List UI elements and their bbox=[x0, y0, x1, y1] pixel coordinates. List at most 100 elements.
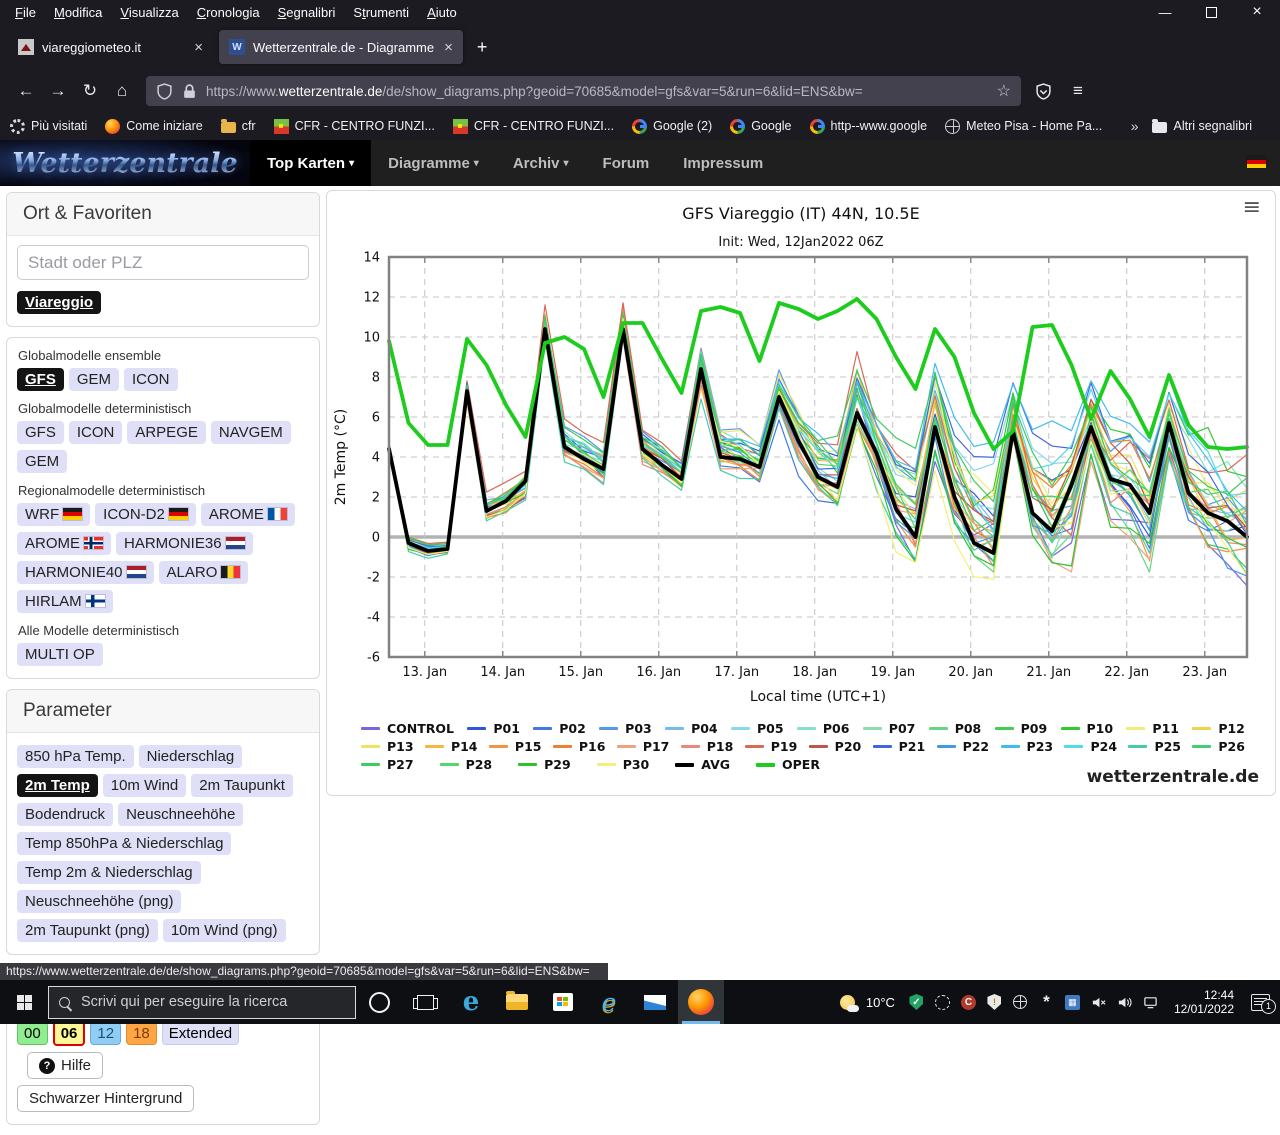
snip-icon[interactable] bbox=[934, 994, 951, 1011]
parameter-button-2m-taupunkt[interactable]: 2m Taupunkt bbox=[191, 774, 293, 797]
model-button-harmonie36-nl[interactable]: HARMONIE36 bbox=[116, 532, 253, 555]
model-button-icon-d2-de[interactable]: ICON-D2 bbox=[95, 503, 196, 526]
help-button[interactable]: ? Hilfe bbox=[27, 1052, 103, 1079]
run-button-06[interactable]: 06 bbox=[53, 1021, 86, 1046]
model-button-multi-op[interactable]: MULTI OP bbox=[17, 643, 103, 666]
bookmark-http-www-google[interactable]: http--www.google bbox=[810, 119, 928, 134]
model-button-gem[interactable]: GEM bbox=[17, 450, 67, 473]
network-globe-icon[interactable] bbox=[1012, 994, 1029, 1011]
run-button-12[interactable]: 12 bbox=[90, 1022, 121, 1045]
menu-segnalibri[interactable]: Segnalibri bbox=[269, 5, 345, 20]
menu-cronologia[interactable]: Cronologia bbox=[188, 5, 269, 20]
muted-speaker-icon[interactable] bbox=[1090, 994, 1107, 1011]
forward-button[interactable]: → bbox=[42, 76, 74, 106]
menu-aiuto[interactable]: Aiuto bbox=[418, 5, 466, 20]
defender-warning-icon[interactable]: ! bbox=[986, 994, 1003, 1011]
back-button[interactable]: ← bbox=[10, 76, 42, 106]
bookmark-cfr-centro-funzi[interactable]: CFR - CENTRO FUNZI... bbox=[274, 119, 435, 134]
model-button-icon[interactable]: ICON bbox=[69, 421, 123, 444]
tab-viareggiometeo-it[interactable]: viareggiometeo.it× bbox=[8, 30, 213, 64]
taskbar-search-box[interactable]: Scrivi qui per eseguire la ricerca bbox=[48, 986, 356, 1019]
parameter-button-temp-850hpa-niederschlag[interactable]: Temp 850hPa & Niederschlag bbox=[17, 832, 231, 855]
bookmark-meteo-pisa-home-pa[interactable]: Meteo Pisa - Home Pa... bbox=[945, 119, 1102, 134]
nav-archiv[interactable]: Archiv▾ bbox=[496, 140, 586, 186]
bookmarks-overflow-button[interactable]: » bbox=[1131, 118, 1139, 134]
model-button-icon[interactable]: ICON bbox=[124, 368, 178, 391]
bookmark-come-iniziare[interactable]: Come iniziare bbox=[105, 119, 202, 134]
model-button-gfs[interactable]: GFS bbox=[17, 421, 64, 444]
nav-diagramme[interactable]: Diagramme▾ bbox=[371, 140, 496, 186]
tab-wetterzentrale-de-diagramme[interactable]: WWetterzentrale.de - Diagramme× bbox=[219, 30, 463, 64]
firefox-button[interactable] bbox=[678, 980, 724, 1024]
ccleaner-icon[interactable]: C bbox=[960, 994, 977, 1011]
menu-modifica[interactable]: Modifica bbox=[45, 5, 111, 20]
model-button-navgem[interactable]: NAVGEM bbox=[211, 421, 291, 444]
pocket-shield-icon[interactable] bbox=[1035, 83, 1052, 100]
nav-forum[interactable]: Forum bbox=[586, 140, 667, 186]
bookmark-google[interactable]: Google bbox=[730, 119, 791, 134]
model-button-hirlam-fi[interactable]: HIRLAM bbox=[17, 590, 113, 613]
parameter-button-2m-temp[interactable]: 2m Temp bbox=[17, 774, 98, 797]
wetterzentrale-logo[interactable]: Wetterzentrale bbox=[0, 140, 250, 186]
minimize-button[interactable]: — bbox=[1142, 0, 1188, 24]
city-search-input[interactable] bbox=[17, 245, 309, 280]
new-tab-button[interactable]: + bbox=[477, 37, 488, 58]
black-background-button[interactable]: Schwarzer Hintergrund bbox=[17, 1085, 194, 1112]
nav-impressum[interactable]: Impressum bbox=[666, 140, 780, 186]
parameter-button-10m-wind[interactable]: 10m Wind bbox=[103, 774, 187, 797]
cortana-button[interactable] bbox=[356, 980, 402, 1024]
edge-button[interactable]: e bbox=[448, 980, 494, 1024]
clock[interactable]: 12:44 12/01/2022 bbox=[1174, 988, 1234, 1016]
chart-menu-icon[interactable]: ≡ bbox=[1243, 201, 1261, 215]
store-button[interactable] bbox=[540, 980, 586, 1024]
volume-icon[interactable] bbox=[1116, 994, 1133, 1011]
menu-strumenti[interactable]: Strumenti bbox=[344, 5, 418, 20]
task-view-button[interactable] bbox=[402, 980, 448, 1024]
model-button-arome-fr[interactable]: AROME bbox=[201, 503, 295, 526]
parameter-button-neuschneeh-he[interactable]: Neuschneehöhe bbox=[118, 803, 243, 826]
favorite-viareggio-button[interactable]: Viareggio bbox=[17, 291, 101, 314]
internet-explorer-button[interactable]: e bbox=[586, 980, 632, 1024]
nav-top-karten[interactable]: Top Karten▾ bbox=[250, 140, 371, 186]
parameter-button-neuschneeh-he-png[interactable]: Neuschneehöhe (png) bbox=[17, 890, 181, 913]
parameter-button-temp-2m-niederschlag[interactable]: Temp 2m & Niederschlag bbox=[17, 861, 201, 884]
menu-visualizza[interactable]: Visualizza bbox=[111, 5, 187, 20]
parameter-button-bodendruck[interactable]: Bodendruck bbox=[17, 803, 113, 826]
notification-center-button[interactable]: 1 bbox=[1251, 994, 1270, 1011]
start-button[interactable] bbox=[0, 980, 48, 1024]
model-button-gem[interactable]: GEM bbox=[69, 368, 119, 391]
weather-icon[interactable] bbox=[840, 995, 855, 1010]
model-button-wrf-de[interactable]: WRF bbox=[17, 503, 90, 526]
antivirus-ok-icon[interactable]: ✓ bbox=[908, 994, 925, 1011]
close-button[interactable]: × bbox=[1234, 0, 1280, 24]
other-bookmarks-folder[interactable]: Altri segnalibri bbox=[1152, 119, 1252, 133]
bookmark-cfr[interactable]: cfr bbox=[221, 119, 256, 134]
language-flag-german[interactable] bbox=[1243, 154, 1266, 172]
tray-temperature[interactable]: 10°C bbox=[866, 995, 895, 1010]
tab-close-icon[interactable]: × bbox=[194, 39, 203, 56]
url-bar[interactable]: https://www.wetterzentrale.de/de/show_di… bbox=[146, 76, 1021, 106]
run-button-00[interactable]: 00 bbox=[17, 1022, 48, 1045]
ethernet-icon[interactable] bbox=[1142, 994, 1159, 1011]
model-button-arome-no[interactable]: AROME bbox=[17, 532, 111, 555]
bookmark-google-2[interactable]: Google (2) bbox=[632, 119, 712, 134]
run-button-extended[interactable]: Extended bbox=[162, 1022, 239, 1045]
parameter-button-2m-taupunkt-png[interactable]: 2m Taupunkt (png) bbox=[17, 919, 158, 942]
menu-file[interactable]: File bbox=[6, 5, 45, 20]
mail-button[interactable] bbox=[632, 980, 678, 1024]
home-button[interactable]: ⌂ bbox=[106, 76, 138, 106]
model-button-gfs[interactable]: GFS bbox=[17, 368, 64, 391]
parameter-button-850-hpa-temp[interactable]: 850 hPa Temp. bbox=[17, 745, 134, 768]
restore-button[interactable] bbox=[1188, 0, 1234, 24]
tracking-shield-icon[interactable] bbox=[156, 83, 173, 100]
model-button-harmonie40-nl[interactable]: HARMONIE40 bbox=[17, 561, 154, 584]
bookmark-pi-visitati[interactable]: Più visitati bbox=[10, 119, 87, 134]
bookmark-cfr-centro-funzi[interactable]: CFR - CENTRO FUNZI... bbox=[453, 119, 614, 134]
bookmark-star-icon[interactable]: ☆ bbox=[997, 81, 1011, 101]
model-button-arpege[interactable]: ARPEGE bbox=[127, 421, 206, 444]
parameter-button-10m-wind-png[interactable]: 10m Wind (png) bbox=[163, 919, 286, 942]
run-button-18[interactable]: 18 bbox=[126, 1022, 157, 1045]
parameter-button-niederschlag[interactable]: Niederschlag bbox=[139, 745, 243, 768]
file-explorer-button[interactable] bbox=[494, 980, 540, 1024]
reload-button[interactable]: ↻ bbox=[74, 76, 106, 106]
